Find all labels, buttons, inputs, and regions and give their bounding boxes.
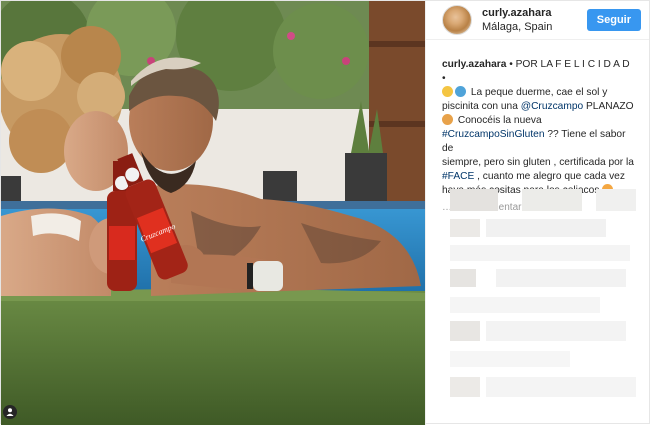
people-icon: [442, 114, 453, 125]
post-sidebar: curly.azahara Málaga, Spain Seguir curly…: [425, 1, 649, 425]
post-photo[interactable]: Cruzcampo: [1, 1, 425, 425]
mention-link[interactable]: @Cruzcampo: [521, 101, 583, 112]
caption-line-4: Conocéis la nueva: [457, 115, 542, 126]
instagram-post: Cruzcampo curly.azahara Málaga, Spain Se…: [0, 0, 650, 425]
header-info: curly.azahara Málaga, Spain: [482, 6, 587, 34]
caption-line-3b: PLANAZO: [583, 101, 634, 112]
post-header: curly.azahara Málaga, Spain Seguir: [426, 1, 649, 40]
caption-line-3a: piscinita con una: [442, 101, 521, 112]
swimmer-icon: [455, 86, 466, 97]
comments-blurred: [426, 179, 649, 425]
header-username[interactable]: curly.azahara: [482, 6, 587, 20]
post-caption: curly.azahara • POR LA F E L I C I D A D…: [426, 40, 649, 198]
avatar[interactable]: [442, 5, 472, 35]
header-location[interactable]: Málaga, Spain: [482, 20, 587, 34]
photo-scene: Cruzcampo: [1, 1, 425, 425]
caption-username[interactable]: curly.azahara: [442, 59, 506, 70]
caption-line-6: siempre, pero sin gluten , certificada p…: [442, 157, 634, 168]
hashtag-link-1[interactable]: #CruzcampoSinGluten: [442, 129, 545, 140]
person-tag-icon[interactable]: [3, 405, 17, 419]
follow-button[interactable]: Seguir: [586, 9, 641, 31]
caption-line-2: La peque duerme, cae el sol y: [470, 87, 608, 98]
sleeping-face-icon: [442, 86, 453, 97]
